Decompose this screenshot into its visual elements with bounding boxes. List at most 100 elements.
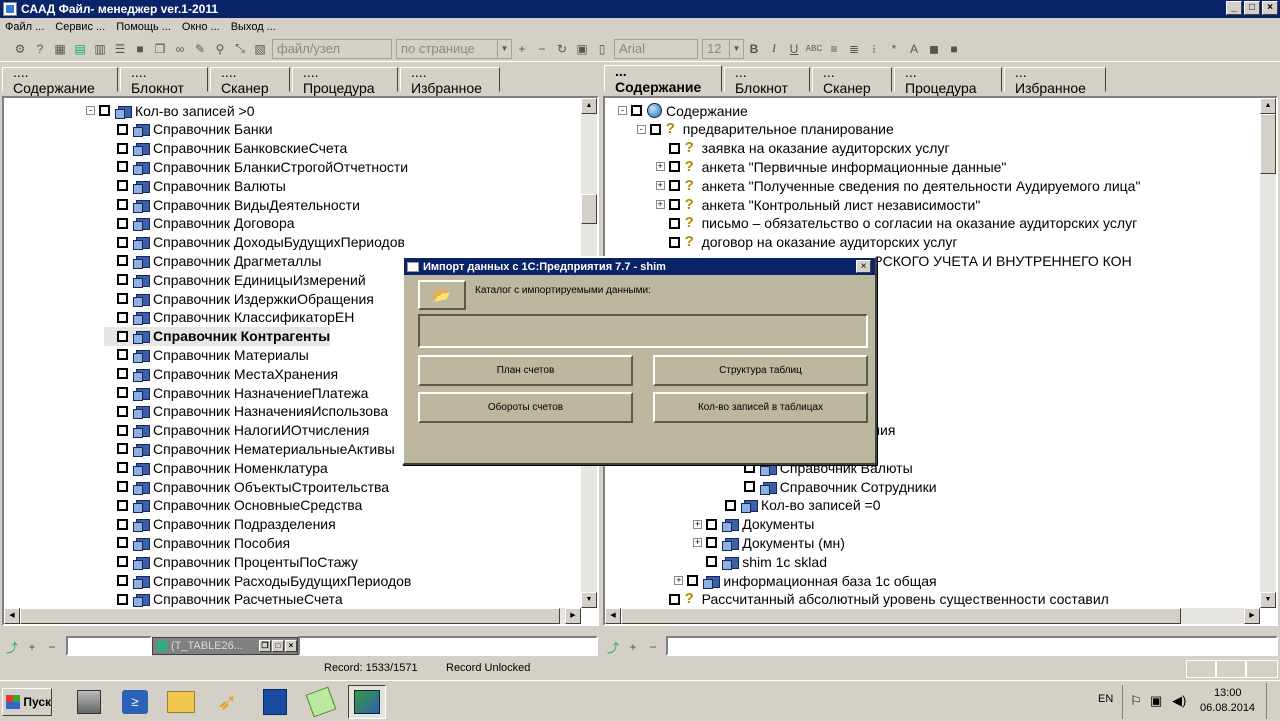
expand-icon[interactable]: ⤡ — [232, 41, 248, 57]
record-count-button[interactable]: Кол-во записей в таблицах — [653, 392, 868, 423]
link-icon[interactable]: ↻ — [554, 41, 570, 57]
language-indicator[interactable]: EN — [1098, 693, 1113, 705]
scroll-thumb[interactable] — [1260, 114, 1276, 174]
tree-checkbox[interactable] — [117, 537, 128, 549]
tree-checkbox[interactable] — [117, 462, 128, 474]
remove-icon[interactable]: − — [44, 639, 60, 655]
tree-checkbox[interactable] — [117, 556, 128, 568]
node-combo[interactable]: файл/узел — [272, 38, 392, 59]
tree-checkbox[interactable] — [117, 518, 128, 530]
tree-node[interactable]: Справочник Драгметаллы — [104, 251, 321, 270]
help-icon[interactable]: ? — [32, 41, 48, 57]
right-vertical-scrollbar[interactable]: ▲ ▼ — [1260, 98, 1276, 608]
tree-checkbox[interactable] — [117, 387, 128, 398]
scroll-down-icon[interactable]: ▼ — [1260, 592, 1276, 608]
leaf-icon[interactable]: ⤴ — [4, 639, 20, 655]
scroll-right-icon[interactable]: ▶ — [1244, 608, 1260, 624]
size-combo[interactable]: 12 ▼ — [702, 38, 744, 59]
bold-button[interactable]: B — [746, 41, 762, 57]
tree-node[interactable]: Справочник НазначенияИспользова — [104, 402, 388, 421]
tree-node[interactable]: Справочник Сотрудники — [731, 477, 937, 496]
remove-icon[interactable]: − — [645, 639, 661, 655]
tree-checkbox[interactable] — [117, 575, 128, 586]
menu-file[interactable]: Файл ... — [5, 21, 44, 33]
menu-help[interactable]: Помощь ... — [116, 21, 171, 33]
maximize-button[interactable]: □ — [1244, 1, 1260, 15]
tree-checkbox[interactable] — [117, 443, 128, 455]
tree-checkbox[interactable] — [687, 575, 699, 586]
align-center-icon[interactable]: ≣ — [846, 41, 862, 57]
tree-node[interactable]: Справочник ВидыДеятельности — [104, 195, 360, 214]
tree-checkbox[interactable] — [668, 217, 680, 229]
tab-right-procedure[interactable]: ... Процедура — [894, 64, 1002, 96]
tree-checkbox[interactable] — [117, 499, 128, 511]
tree-node[interactable]: Справочник Банки — [104, 120, 273, 139]
tab-right-scanner[interactable]: ... Сканер — [812, 64, 892, 96]
tree-node[interactable]: Справочник КлассификаторЕН — [104, 308, 354, 327]
hscroll-thumb[interactable] — [20, 608, 560, 624]
copy-icon[interactable]: ❐ — [152, 41, 168, 57]
tree-node[interactable]: Справочник НалогиИОтчисления — [104, 421, 369, 440]
left-horizontal-scrollbar[interactable]: ◀ ▶ — [4, 608, 581, 624]
expand-icon[interactable]: + — [693, 519, 703, 529]
volume-tray-icon[interactable]: ◀) — [1172, 693, 1186, 709]
tree-checkbox[interactable] — [117, 349, 128, 361]
right-horizontal-scrollbar[interactable]: ◀ ▶ — [605, 608, 1260, 624]
left-path-input[interactable] — [298, 636, 598, 656]
align-left-icon[interactable]: ≡ — [826, 41, 842, 57]
tree-node[interactable]: Справочник МестаХранения — [104, 364, 338, 383]
show-desktop-button[interactable] — [1266, 683, 1278, 719]
italic-button[interactable]: I — [766, 41, 782, 57]
clock-date[interactable]: 06.08.2014 — [1200, 702, 1255, 714]
tree-checkbox[interactable] — [117, 311, 128, 323]
add-icon[interactable]: + — [24, 639, 40, 655]
binoculars-icon[interactable]: ∞ — [172, 41, 188, 57]
tree-node[interactable]: Справочник Номенклатура — [104, 458, 328, 477]
tree-checkbox[interactable] — [117, 274, 128, 286]
tree-checkbox[interactable] — [706, 537, 718, 549]
tree-checkbox[interactable] — [117, 405, 128, 417]
tools-icon[interactable]: ⚙ — [12, 41, 28, 57]
font-combo[interactable]: Arial — [614, 38, 698, 59]
edit-icon[interactable]: ✎ — [192, 41, 208, 57]
tree-node[interactable]: Справочник РасходыБудущихПериодов — [104, 571, 411, 590]
start-button[interactable]: Пуск — [2, 688, 52, 716]
right-path-input[interactable] — [666, 636, 1278, 656]
collapse-icon[interactable]: - — [636, 124, 646, 134]
save-disk-icon[interactable] — [256, 685, 294, 719]
tree-node[interactable]: +? анкета "Контрольный лист независимости… — [655, 195, 980, 214]
leaf-icon[interactable]: ⤴ — [605, 639, 621, 655]
tab-left-procedure[interactable]: .... Процедура — [292, 64, 398, 96]
tab-left-notebook[interactable]: .... Блокнот — [120, 64, 208, 96]
asterisk-icon[interactable]: * — [886, 41, 902, 57]
tree-checkbox[interactable] — [668, 593, 680, 605]
add-icon[interactable]: + — [625, 639, 641, 655]
notepad-icon[interactable] — [302, 685, 340, 719]
expand-icon[interactable]: + — [655, 162, 665, 172]
tree-node[interactable]: Справочник Контрагенты — [104, 326, 331, 346]
tree-node[interactable]: Справочник Валюты — [104, 176, 286, 195]
hatch-icon[interactable]: ▧ — [252, 41, 268, 57]
collapse-icon[interactable]: - — [618, 106, 627, 115]
app-bird-icon[interactable]: ➶ — [208, 685, 246, 719]
explorer-icon[interactable] — [162, 685, 200, 719]
tree-node[interactable]: +? анкета "Первичные информационные данны… — [655, 157, 1006, 176]
tree-checkbox[interactable] — [743, 481, 755, 492]
tab-right-contents[interactable]: ... Содержание — [604, 63, 722, 95]
tree-node[interactable]: Справочник Пособия — [104, 533, 290, 552]
scroll-up-icon[interactable]: ▲ — [1260, 98, 1276, 114]
tree-checkbox[interactable] — [668, 142, 680, 154]
tree-node[interactable]: +? анкета "Полученные сведения по деятель… — [655, 176, 1140, 195]
table-format-icon[interactable]: ■ — [946, 41, 962, 57]
tree-checkbox[interactable] — [117, 217, 128, 229]
menu-exit[interactable]: Выход ... — [231, 21, 276, 33]
fill-color-icon[interactable]: ◼ — [926, 41, 942, 57]
left-filter-input[interactable] — [66, 636, 152, 656]
expand-icon[interactable]: + — [655, 200, 665, 209]
plan-accounts-button[interactable]: План счетов — [418, 355, 633, 386]
tab-right-notebook[interactable]: ... Блокнот — [724, 64, 810, 96]
expand-icon[interactable]: + — [693, 538, 703, 548]
tree-node[interactable]: Справочник РасчетныеСчета — [104, 590, 343, 609]
tab-left-scanner[interactable]: .... Сканер — [210, 64, 290, 96]
close-icon[interactable]: × — [285, 640, 297, 652]
